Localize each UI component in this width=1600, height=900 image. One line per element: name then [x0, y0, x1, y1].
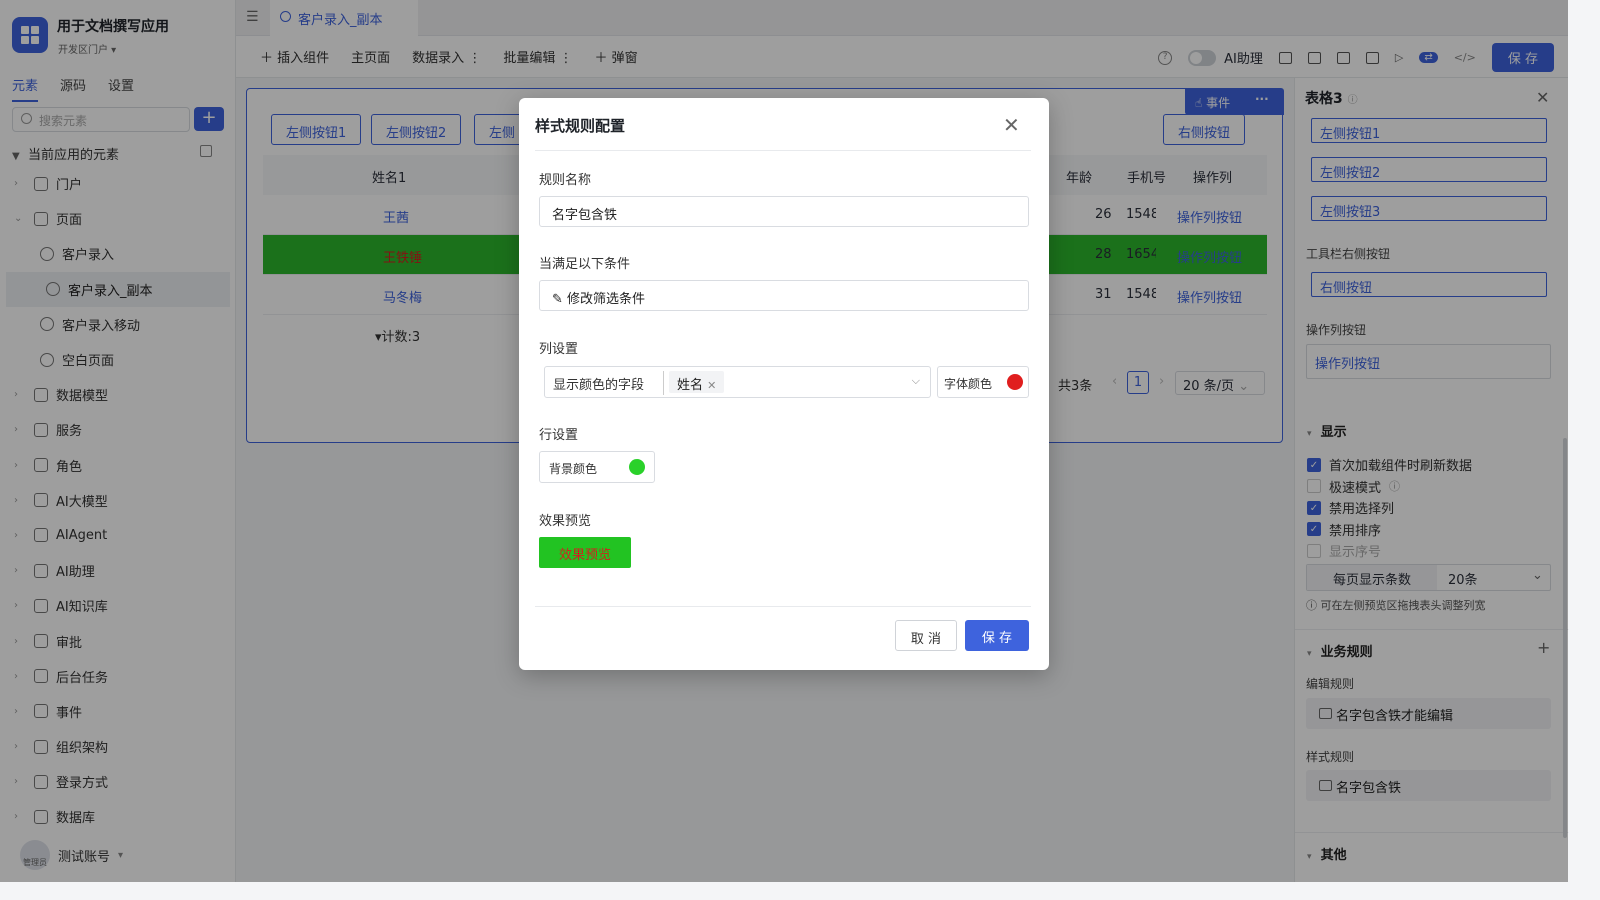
font-color-swatch[interactable] [1007, 374, 1023, 390]
rule-name-label: 规则名称 [539, 173, 592, 188]
row-settings-label: 行设置 [539, 428, 579, 443]
condition-label: 当满足以下条件 [539, 257, 631, 272]
save-button[interactable]: 保 存 [965, 620, 1029, 651]
close-icon[interactable]: ✕ [1003, 113, 1020, 137]
bg-color-picker[interactable]: 背景颜色 [539, 451, 655, 483]
preview-label: 效果预览 [539, 514, 592, 529]
modal-title: 样式规则配置 [535, 117, 626, 135]
divider [535, 150, 1031, 151]
divider [535, 606, 1031, 607]
color-field-select[interactable]: 显示颜色的字段 姓名 ✕ ⌵ [544, 366, 931, 398]
rule-name-input[interactable]: 名字包含铁 [539, 196, 1029, 227]
tag-remove-icon[interactable]: ✕ [707, 379, 716, 392]
field-tag: 姓名 ✕ [669, 371, 725, 393]
edit-pencil-icon: ✎ [552, 292, 563, 307]
edit-condition-button[interactable]: ✎ 修改筛选条件 [539, 280, 1029, 311]
font-color-picker[interactable]: 字体颜色 [937, 366, 1029, 398]
cancel-button[interactable]: 取 消 [895, 620, 957, 651]
divider [663, 371, 664, 395]
chevron-down-icon: ⌵ [911, 374, 920, 387]
column-settings-label: 列设置 [539, 342, 579, 357]
preview-sample: 效果预览 [539, 537, 631, 568]
bg-color-swatch[interactable] [629, 459, 645, 475]
style-rule-modal: 样式规则配置 ✕ 规则名称 名字包含铁 当满足以下条件 ✎ 修改筛选条件 列设置… [519, 98, 1049, 670]
